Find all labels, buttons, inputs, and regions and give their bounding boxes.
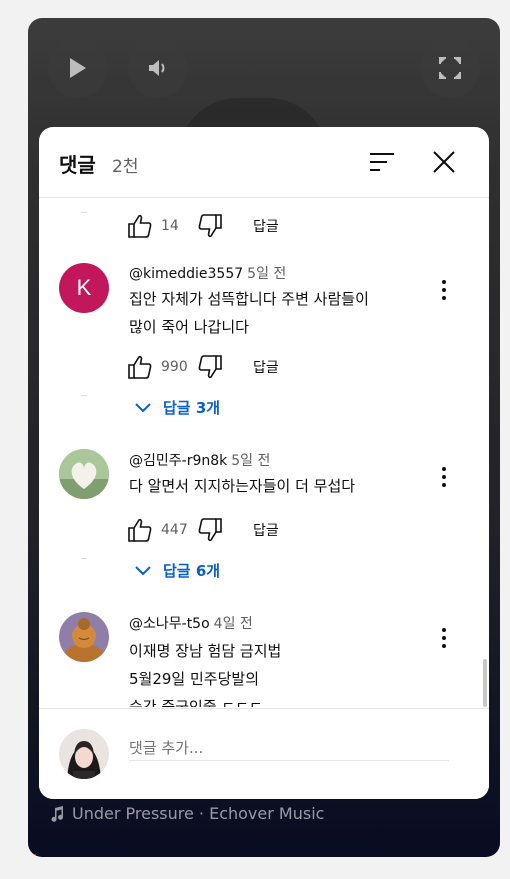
comment-author-line: @소나무-t5o 4일 전 xyxy=(129,613,253,633)
reply-button[interactable]: 답글 xyxy=(253,216,279,236)
view-replies-label: 답글 6개 xyxy=(163,562,221,580)
comment-author[interactable]: @소나무-t5o xyxy=(129,616,210,632)
like-count: 447 xyxy=(161,522,188,538)
comment-actions: 14 답글 xyxy=(127,213,279,239)
comments-count: 2천 xyxy=(112,157,139,177)
volume-button[interactable] xyxy=(128,38,188,98)
comment-line: 순간 중국인줄 ㄷㄷㄷ xyxy=(129,698,263,707)
comment-author-line: @kimeddie3557 5일 전 xyxy=(129,263,286,283)
more-options-button[interactable] xyxy=(434,462,454,492)
comment-time[interactable]: 5일 전 xyxy=(247,266,286,282)
comment-time[interactable]: 5일 전 xyxy=(231,453,270,469)
comment-composer xyxy=(39,708,489,799)
like-icon[interactable] xyxy=(127,517,153,543)
like-count: 14 xyxy=(161,218,179,234)
comment-actions: 447 답글 xyxy=(127,517,279,543)
sort-icon xyxy=(370,153,394,171)
play-icon xyxy=(70,58,86,78)
comment-line: 많이 죽어 나갑니다 xyxy=(129,318,249,336)
scrollbar-thumb[interactable] xyxy=(483,659,487,707)
comment-actions: 990 답글 xyxy=(127,354,279,380)
volume-icon xyxy=(149,60,165,76)
avatar[interactable]: K xyxy=(59,263,109,313)
comment-author[interactable]: @김민주-r9n8k xyxy=(129,453,227,469)
comment-body: 다 알면서 지지하는자들이 더 무섭다 xyxy=(129,472,355,500)
comment-time[interactable]: 4일 전 xyxy=(214,616,253,632)
avatar[interactable] xyxy=(59,449,109,499)
dislike-icon[interactable] xyxy=(197,517,223,543)
fullscreen-button[interactable] xyxy=(420,38,480,98)
reply-button[interactable]: 답글 xyxy=(253,520,279,540)
comment-line: 이재명 장남 험담 금지법 xyxy=(129,642,282,660)
chevron-down-icon xyxy=(135,565,151,575)
like-icon[interactable] xyxy=(127,213,153,239)
like-icon[interactable] xyxy=(127,354,153,380)
comments-list[interactable]: 14 답글 K @kimeddie3557 5일 전 집안 자체가 섬뜩합니다 주… xyxy=(39,199,489,707)
comments-header: 댓글 2천 xyxy=(39,127,489,198)
view-replies-label: 답글 3개 xyxy=(163,399,221,417)
thread-divider xyxy=(81,395,87,396)
more-options-button[interactable] xyxy=(434,275,454,305)
avatar-image xyxy=(59,729,109,779)
avatar[interactable] xyxy=(59,612,109,662)
more-options-button[interactable] xyxy=(434,623,454,653)
avatar-letter: K xyxy=(76,275,92,300)
chevron-down-icon xyxy=(135,402,151,412)
comments-title: 댓글 xyxy=(59,153,96,177)
music-label: Under Pressure · Echover Music xyxy=(72,804,325,823)
sort-button[interactable] xyxy=(367,149,397,177)
user-avatar[interactable] xyxy=(59,729,109,779)
reply-button[interactable]: 답글 xyxy=(253,357,279,377)
thread-divider xyxy=(81,212,87,213)
music-attribution[interactable]: Under Pressure · Echover Music xyxy=(50,804,324,823)
like-count: 990 xyxy=(161,359,188,375)
comment-line: 다 알면서 지지하는자들이 더 무섭다 xyxy=(129,477,356,495)
dislike-icon[interactable] xyxy=(197,354,223,380)
comment-author-line: @김민주-r9n8k 5일 전 xyxy=(129,450,270,470)
dislike-icon[interactable] xyxy=(197,213,223,239)
comment-line: 집안 자체가 섬뜩합니다 주변 사람들이 xyxy=(129,290,369,308)
thread-divider xyxy=(81,558,87,559)
close-button[interactable] xyxy=(429,147,459,177)
view-replies-button[interactable]: 답글 6개 xyxy=(135,560,220,581)
comments-panel: 댓글 2천 14 답글 K @kimeddie3557 5일 전 집안 자체가 섬… xyxy=(39,127,489,799)
play-button[interactable] xyxy=(48,38,108,98)
comment-author[interactable]: @kimeddie3557 xyxy=(129,266,243,282)
comment-body: 이재명 장남 험담 금지법 5월29일 민주당발의 순간 중국인줄 ㄷㄷㄷ xyxy=(129,637,281,707)
add-comment-input[interactable] xyxy=(129,735,449,761)
avatar-image xyxy=(59,449,109,499)
progress-bar[interactable] xyxy=(28,854,36,857)
close-icon xyxy=(433,151,455,173)
comment-line: 5월29일 민주당발의 xyxy=(129,670,259,688)
view-replies-button[interactable]: 답글 3개 xyxy=(135,397,220,418)
fullscreen-icon xyxy=(439,57,461,79)
music-note-icon xyxy=(51,805,64,822)
comment-body: 집안 자체가 섬뜩합니다 주변 사람들이 많이 죽어 나갑니다 xyxy=(129,285,369,341)
avatar-image xyxy=(59,612,109,662)
